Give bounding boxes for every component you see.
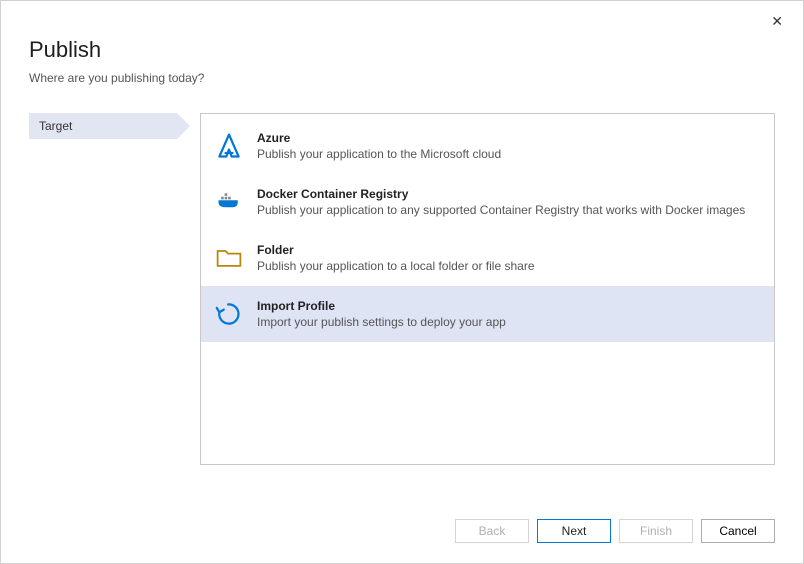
docker-icon [211,184,247,220]
dialog-header: Publish Where are you publishing today? [1,1,803,95]
import-icon [211,296,247,332]
option-desc: Import your publish settings to deploy y… [257,315,762,329]
option-title: Folder [257,243,762,257]
option-desc: Publish your application to the Microsof… [257,147,762,161]
target-options-panel: Azure Publish your application to the Mi… [200,113,775,465]
option-desc: Publish your application to any supporte… [257,203,762,217]
step-list: Target [29,113,177,465]
option-text: Docker Container Registry Publish your a… [257,187,762,217]
option-import-profile[interactable]: Import Profile Import your publish setti… [201,286,774,342]
folder-icon [211,240,247,276]
page-title: Publish [29,37,775,63]
azure-icon [211,128,247,164]
option-title: Docker Container Registry [257,187,762,201]
page-subtitle: Where are you publishing today? [29,71,775,85]
next-button[interactable]: Next [537,519,611,543]
finish-button: Finish [619,519,693,543]
dialog-footer: Back Next Finish Cancel [455,519,775,543]
content-area: Target Azure Publish your application to… [1,95,803,475]
cancel-button[interactable]: Cancel [701,519,775,543]
option-title: Azure [257,131,762,145]
option-text: Azure Publish your application to the Mi… [257,131,762,161]
back-button: Back [455,519,529,543]
option-folder[interactable]: Folder Publish your application to a loc… [201,230,774,286]
option-desc: Publish your application to a local fold… [257,259,762,273]
step-target[interactable]: Target [29,113,177,139]
option-azure[interactable]: Azure Publish your application to the Mi… [201,118,774,174]
close-button[interactable]: ✕ [763,9,791,34]
option-text: Folder Publish your application to a loc… [257,243,762,273]
step-label: Target [39,119,72,133]
option-text: Import Profile Import your publish setti… [257,299,762,329]
option-docker[interactable]: Docker Container Registry Publish your a… [201,174,774,230]
option-title: Import Profile [257,299,762,313]
